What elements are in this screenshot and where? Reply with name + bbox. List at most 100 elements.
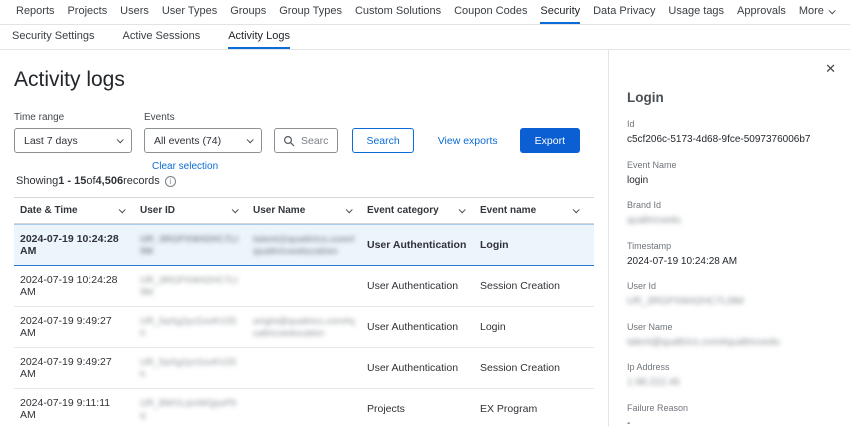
cell-user-name xyxy=(253,360,367,376)
event-detail-panel: ✕ Login Idc5cf206c-5173-4d68-9fce-509737… xyxy=(608,50,850,426)
column-header-label: Date & Time xyxy=(20,205,78,216)
tab-active-sessions[interactable]: Active Sessions xyxy=(123,25,201,49)
nav-item-label: Security xyxy=(540,5,580,17)
tab-label: Active Sessions xyxy=(123,30,201,42)
cell-datetime: 2024-07-19 9:49:27 AM xyxy=(20,307,140,347)
detail-field-label: User Name xyxy=(627,322,834,332)
nav-item-label: Custom Solutions xyxy=(355,5,441,17)
cell-datetime: 2024-07-19 10:24:28 AM xyxy=(20,225,140,265)
detail-field-value: c5cf206c-5173-4d68-9fce-5097376006b7 xyxy=(627,133,834,147)
close-icon[interactable]: ✕ xyxy=(825,62,836,75)
cell-datetime: 2024-07-19 10:24:28 AM xyxy=(20,266,140,306)
nav-item-label: Approvals xyxy=(737,5,786,17)
detail-field-value: qualtricsedu xyxy=(627,214,834,228)
chevron-down-icon xyxy=(117,136,124,143)
nav-item-label: More xyxy=(799,5,824,17)
blurred-user-name: talent@qualtrics.com#qualtricseducation xyxy=(253,234,355,257)
search-input[interactable] xyxy=(301,135,329,147)
export-button[interactable]: Export xyxy=(520,128,580,153)
nav-item-more[interactable]: More xyxy=(799,0,834,24)
blurred-user-name: wright@qualtrics.com#qualtricseducation xyxy=(253,316,355,339)
security-tab-bar: Security Settings Active Sessions Activity… xyxy=(0,25,850,50)
nav-item-custom-solutions[interactable]: Custom Solutions xyxy=(355,0,441,24)
column-header-user-id[interactable]: User ID xyxy=(140,198,253,223)
summary-range: 1 - 15 xyxy=(58,175,86,187)
table-row[interactable]: 2024-07-19 9:11:11 AMUR_8WVLrjmWQpxP9qPr… xyxy=(14,389,594,426)
nav-item-user-types[interactable]: User Types xyxy=(162,0,217,24)
table-row[interactable]: 2024-07-19 9:49:27 AMUR_5aXg2ycGxvKV25h w… xyxy=(14,307,594,348)
cell-user-id: UR_3RGPXW42HC7LI9M xyxy=(140,225,253,265)
page-title: Activity logs xyxy=(14,68,594,92)
cell-datetime: 2024-07-19 9:11:11 AM xyxy=(20,389,140,426)
nav-item-label: Data Privacy xyxy=(593,5,655,17)
events-dropdown[interactable]: All events (74) xyxy=(144,128,262,153)
search-box xyxy=(274,128,338,153)
table-header: Date & Time User ID User Name Event categor… xyxy=(14,197,594,224)
nav-item-users[interactable]: Users xyxy=(120,0,149,24)
blurred-user-id: UR_3RGPXW42HC7LI9M xyxy=(140,275,238,298)
tab-label: Activity Logs xyxy=(228,30,290,42)
column-header-event-category[interactable]: Event category xyxy=(367,198,480,223)
info-icon[interactable]: i xyxy=(165,176,176,187)
time-range-value: Last 7 days xyxy=(24,135,78,147)
nav-item-security[interactable]: Security xyxy=(540,0,580,24)
view-exports-link[interactable]: View exports xyxy=(438,135,498,147)
events-label: Events xyxy=(144,112,262,123)
table-row[interactable]: 2024-07-19 10:24:28 AMUR_3RGPXW42HC7LI9M… xyxy=(14,224,594,266)
detail-field-value: UR_3RGPXW42HC7LI9M xyxy=(627,295,834,309)
nav-item-label: Projects xyxy=(67,5,107,17)
summary-prefix: Showing xyxy=(16,175,58,187)
column-header-label: User Name xyxy=(253,205,305,216)
detail-field-label: Timestamp xyxy=(627,241,834,251)
tab-security-settings[interactable]: Security Settings xyxy=(12,25,95,49)
nav-item-coupon-codes[interactable]: Coupon Codes xyxy=(454,0,527,24)
detail-field-label: Ip Address xyxy=(627,362,834,372)
blurred-user-id: UR_5aXg2ycGxvKV25h xyxy=(140,316,236,339)
detail-fields: Idc5cf206c-5173-4d68-9fce-5097376006b7 Ev… xyxy=(627,119,834,426)
detail-field-value: talent@qualtrics.com#qualtricsedu xyxy=(627,336,834,350)
nav-item-data-privacy[interactable]: Data Privacy xyxy=(593,0,655,24)
events-value: All events (74) xyxy=(154,135,221,147)
sort-chevron-icon xyxy=(232,206,239,213)
nav-item-projects[interactable]: Projects xyxy=(67,0,107,24)
nav-item-reports[interactable]: Reports xyxy=(16,0,55,24)
activity-logs-content: Activity logs Time range Last 7 days Eve… xyxy=(0,50,608,426)
cell-user-name xyxy=(253,401,367,417)
column-header-label: User ID xyxy=(140,205,175,216)
nav-item-groups[interactable]: Groups xyxy=(230,0,266,24)
search-icon xyxy=(283,135,295,147)
cell-event-name: Session Creation xyxy=(480,354,594,382)
summary-of: of xyxy=(86,175,95,187)
nav-item-group-types[interactable]: Group Types xyxy=(279,0,342,24)
chevron-down-icon xyxy=(247,136,254,143)
column-header-event-name[interactable]: Event name xyxy=(480,198,594,223)
detail-field-user-id: User Id UR_3RGPXW42HC7LI9M xyxy=(627,281,834,309)
results-summary: Showing 1 - 15 of 4,506 records i xyxy=(16,175,594,187)
table-row[interactable]: 2024-07-19 9:49:27 AMUR_5aXg2ycGxvKV25hU… xyxy=(14,348,594,389)
tab-activity-logs[interactable]: Activity Logs xyxy=(228,25,290,49)
nav-item-approvals[interactable]: Approvals xyxy=(737,0,786,24)
detail-field-event-name: Event Namelogin xyxy=(627,160,834,188)
detail-field-brand-id: Brand Idqualtricsedu xyxy=(627,200,834,228)
time-range-label: Time range xyxy=(14,112,132,123)
tab-label: Security Settings xyxy=(12,30,95,42)
clear-selection-link[interactable]: Clear selection xyxy=(152,161,218,172)
chevron-down-icon xyxy=(829,7,836,14)
time-range-dropdown[interactable]: Last 7 days xyxy=(14,128,132,153)
summary-suffix: records xyxy=(123,175,160,187)
search-button[interactable]: Search xyxy=(352,128,413,153)
time-range-filter: Time range Last 7 days xyxy=(14,112,132,153)
table-row[interactable]: 2024-07-19 10:24:28 AMUR_3RGPXW42HC7LI9M… xyxy=(14,266,594,307)
cell-event-name: Session Creation xyxy=(480,272,594,300)
column-header-label: Event category xyxy=(367,205,439,216)
column-header-user-name[interactable]: User Name xyxy=(253,198,367,223)
nav-item-label: Group Types xyxy=(279,5,342,17)
cell-user-name: talent@qualtrics.com#qualtricseducation xyxy=(253,225,367,265)
detail-field-failure-reason: Failure Reason- xyxy=(627,403,834,426)
nav-item-usage-tags[interactable]: Usage tags xyxy=(668,0,724,24)
detail-field-id: Idc5cf206c-5173-4d68-9fce-5097376006b7 xyxy=(627,119,834,147)
detail-field-label: User Id xyxy=(627,281,834,291)
detail-field-user-name: User Name talent@qualtrics.com#qualtricse… xyxy=(627,322,834,350)
column-header-date-time[interactable]: Date & Time xyxy=(20,198,140,223)
cell-user-id: UR_5aXg2ycGxvKV25h xyxy=(140,348,253,388)
